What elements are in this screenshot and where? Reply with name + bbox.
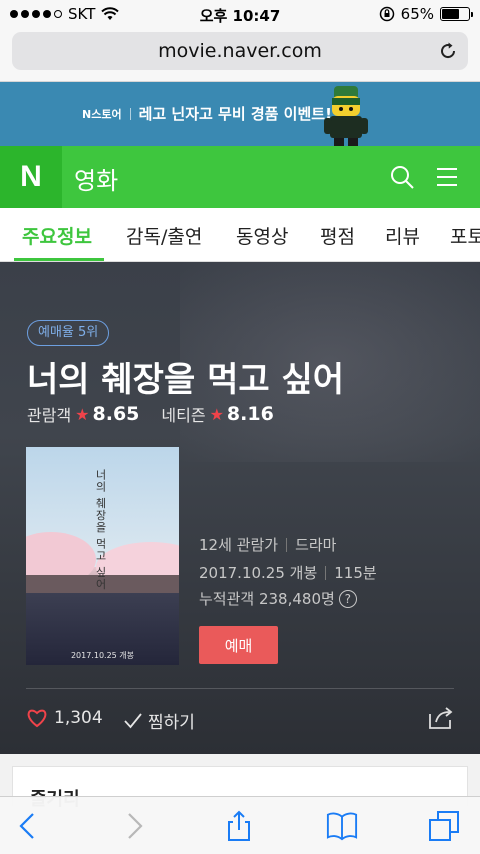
browser-toolbar [0,796,480,854]
banner-brand: N스토어 [82,107,122,121]
address-bar[interactable]: movie.naver.com [12,32,468,70]
meta-divider [325,565,327,580]
wishlist-button[interactable]: 찜하기 [124,708,195,733]
naver-logo[interactable]: N [0,146,62,208]
orientation-lock-icon [379,6,394,22]
help-icon[interactable]: ? [338,589,357,608]
reserve-button[interactable]: 예매 [199,626,278,664]
tab-photos[interactable]: 포토 [450,222,480,249]
status-bar: SKT 오후 10:47 65% [0,0,480,28]
banner-headline: 레고 닌자고 무비 경품 이벤트! [138,105,332,123]
banner-text: N스토어 레고 닌자고 무비 경품 이벤트! [82,103,332,124]
rank-badge: 예매율 5위 [27,320,110,346]
active-tab-indicator [14,258,104,261]
tab-cast[interactable]: 감독/출연 [126,222,202,249]
age-rating: 12세 관람가 [199,536,279,554]
search-icon[interactable] [390,165,414,189]
meta-divider [286,537,288,552]
netizen-score: 8.16 [226,403,274,425]
poster-title-text: 너의 췌장을 먹고 싶어 [94,469,107,591]
tab-videos[interactable]: 동영상 [236,222,288,249]
lego-ninja-figure-icon [324,86,368,146]
like-button[interactable]: 1,304 [26,708,103,728]
netizen-label: 네티즌 [161,406,206,425]
section-title[interactable]: 영화 [74,161,118,196]
battery-percent: 65% [400,5,434,23]
status-right: 65% [379,5,473,23]
reload-icon[interactable] [438,41,458,61]
checkmark-icon [124,712,142,728]
tab-ratings[interactable]: 평점 [320,222,355,249]
share-icon[interactable] [428,706,454,730]
wish-label: 찜하기 [148,713,195,733]
browser-url-area: movie.naver.com [0,28,480,82]
like-count: 1,304 [54,708,103,728]
url-text: movie.naver.com [158,40,322,62]
audience-score: 8.65 [92,403,140,425]
naver-header: N 영화 [0,146,480,208]
poster-date: 2017.10.25 개봉 [70,651,135,660]
tabs-icon[interactable] [428,810,460,842]
forward-icon[interactable] [118,810,150,842]
runtime: 115분 [334,564,377,582]
movie-title: 너의 췌장을 먹고 싶어 [27,360,345,400]
hero-divider [26,688,454,689]
star-icon: ★ [75,404,90,424]
movie-poster[interactable]: 너의 췌장을 먹고 싶어 2017.10.25 개봉 [26,447,179,665]
heart-icon [27,709,47,728]
ratings-row: 관람객 ★ 8.65 네티즌 ★ 8.16 [27,402,296,426]
audience-label: 관람객 [27,406,72,425]
menu-icon[interactable] [436,166,458,188]
release-date: 2017.10.25 개봉 [199,564,318,582]
tab-main-info[interactable]: 주요정보 [22,222,92,249]
tab-reviews[interactable]: 리뷰 [385,222,420,249]
meta-release-runtime: 2017.10.25 개봉 115분 [199,562,377,583]
genre: 드라마 [295,536,337,554]
bookmarks-icon[interactable] [326,810,358,842]
back-icon[interactable] [12,810,44,842]
cumulative-audience: 누적관객 238,480명 [199,590,335,608]
meta-cumulative: 누적관객 238,480명 ? [199,588,357,609]
banner-divider [129,107,131,120]
movie-tabs: 주요정보 감독/출연 동영상 평점 리뷰 포토 [0,208,480,262]
meta-rating-genre: 12세 관람가 드라마 [199,534,336,555]
star-icon: ★ [209,404,224,424]
movie-hero: 예매율 5위 너의 췌장을 먹고 싶어 관람객 ★ 8.65 네티즌 ★ 8.1… [0,262,480,754]
battery-icon [440,7,473,21]
promo-banner[interactable]: N스토어 레고 닌자고 무비 경품 이벤트! [0,82,480,146]
share-icon[interactable] [223,810,255,842]
